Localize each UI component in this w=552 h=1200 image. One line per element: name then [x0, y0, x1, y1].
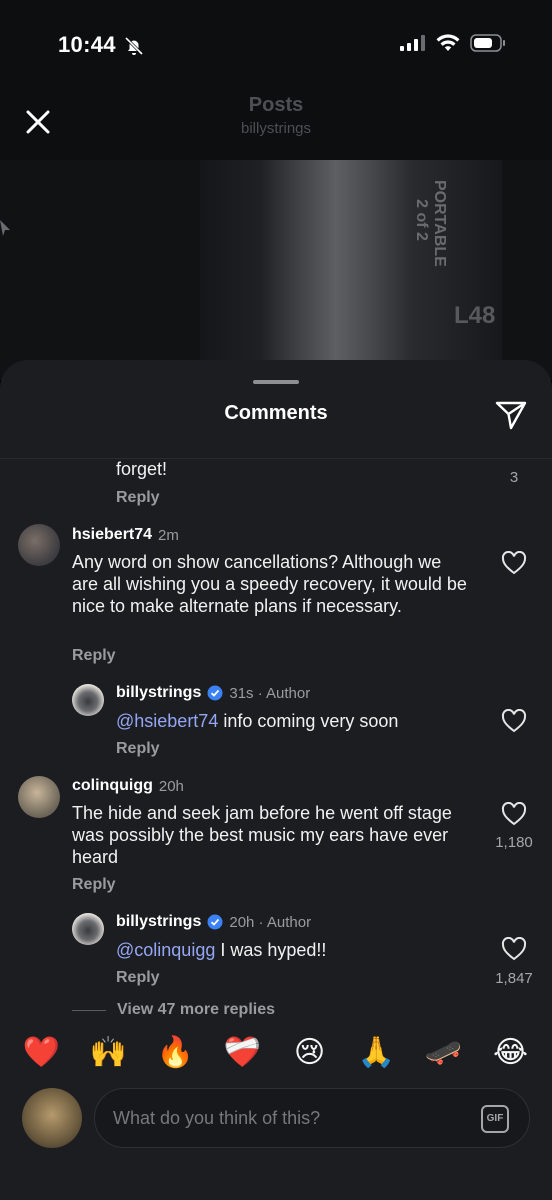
mention-link[interactable]: @hsiebert74: [116, 711, 218, 731]
comment-time: 20h · Author: [229, 913, 312, 931]
cursor-icon: [0, 220, 10, 236]
comment-text: @hsiebert74 info coming very soon: [116, 710, 398, 732]
reply-button[interactable]: Reply: [72, 647, 116, 665]
status-icons: [400, 34, 506, 52]
comment-text: forget!: [116, 459, 168, 479]
comment-text: The hide and seek jam before he went off…: [72, 803, 452, 867]
comment-text: Any word on show cancellations? Although…: [72, 552, 467, 616]
comment-header: hsiebert74 2m: [72, 526, 179, 544]
reply-button[interactable]: Reply: [72, 876, 116, 894]
emoji-skateboard[interactable]: 🛹: [421, 1035, 467, 1070]
xray-label-page-text: 2 of 2: [413, 199, 430, 241]
signal-icon: [400, 35, 425, 51]
comments-title: Comments: [224, 402, 328, 424]
view-more-replies-button[interactable]: View 47 more replies: [117, 1001, 275, 1019]
heart-icon[interactable]: [501, 551, 527, 575]
emoji-mending-heart[interactable]: ❤️‍🩹: [220, 1035, 266, 1070]
like-count: 1,180: [495, 834, 533, 851]
comment-body: I was hyped!!: [215, 940, 327, 960]
post-image[interactable]: PORTABLE 2 of 2 L48: [0, 160, 552, 380]
sheet-drag-handle[interactable]: [253, 380, 299, 384]
heart-icon[interactable]: [501, 709, 527, 733]
avatar[interactable]: [72, 913, 104, 945]
status-time: 10:44: [58, 32, 116, 57]
sheet-divider: [0, 458, 552, 459]
emoji-reaction-bar: ❤️ 🙌 🔥 ❤️‍🩹 😢 🙏 🛹 😂: [0, 1028, 552, 1076]
comment-username[interactable]: hsiebert74: [72, 526, 152, 544]
page-title: Posts: [248, 94, 304, 116]
xray-label-portable: PORTABLE 2 of 2: [412, 180, 448, 267]
status-bar: 10:44: [0, 0, 552, 90]
comment-header: colinquigg 20h: [72, 777, 184, 795]
avatar[interactable]: [18, 524, 60, 566]
xray-image: [200, 160, 502, 360]
emoji-laughing-face[interactable]: 😂: [488, 1035, 534, 1070]
comment-username[interactable]: billystrings: [116, 684, 201, 702]
comment-username[interactable]: billystrings: [116, 913, 201, 931]
comment-time: 31s · Author: [229, 684, 311, 702]
like-count: 3: [509, 469, 519, 486]
view-more-divider: [72, 1010, 106, 1011]
verified-badge-icon: [207, 685, 223, 701]
battery-icon: [470, 34, 505, 52]
reply-button[interactable]: Reply: [116, 489, 160, 507]
mention-link[interactable]: @colinquigg: [116, 940, 215, 960]
comment-input[interactable]: What do you think of this? GIF: [94, 1088, 530, 1148]
emoji-crying-face[interactable]: 😢: [287, 1035, 333, 1070]
heart-icon[interactable]: [501, 937, 527, 961]
bell-off-icon: [124, 36, 144, 56]
comment-username[interactable]: colinquigg: [72, 777, 153, 795]
heart-icon[interactable]: [501, 802, 527, 826]
xray-label-portable-text: PORTABLE: [431, 180, 448, 267]
current-user-avatar: [22, 1088, 82, 1148]
gif-button[interactable]: GIF: [481, 1105, 509, 1133]
emoji-fire[interactable]: 🔥: [153, 1035, 199, 1070]
wifi-icon: [436, 34, 460, 51]
comment-header: billystrings 31s · Author: [116, 684, 310, 702]
xray-label-l48: L48: [454, 302, 496, 329]
share-icon[interactable]: [494, 398, 528, 432]
comment-time: 2m: [158, 526, 179, 544]
like-count: 1,847: [495, 970, 533, 987]
page-subtitle[interactable]: billystrings: [0, 120, 552, 137]
comment-text: @colinquigg I was hyped!!: [116, 939, 326, 961]
reply-button[interactable]: Reply: [116, 740, 160, 758]
comment-header: billystrings 20h · Author: [116, 913, 311, 931]
emoji-folded-hands[interactable]: 🙏: [354, 1035, 400, 1070]
emoji-red-heart[interactable]: ❤️: [19, 1035, 65, 1070]
verified-badge-icon: [207, 914, 223, 930]
comment-time: 20h: [158, 777, 184, 795]
comment-input-placeholder: What do you think of this?: [113, 1108, 321, 1128]
comment-body: info coming very soon: [218, 711, 399, 731]
emoji-raising-hands[interactable]: 🙌: [86, 1035, 132, 1070]
avatar[interactable]: [18, 776, 60, 818]
reply-button[interactable]: Reply: [116, 969, 160, 987]
posts-header: Posts billystrings: [0, 90, 552, 160]
avatar[interactable]: [72, 684, 104, 716]
